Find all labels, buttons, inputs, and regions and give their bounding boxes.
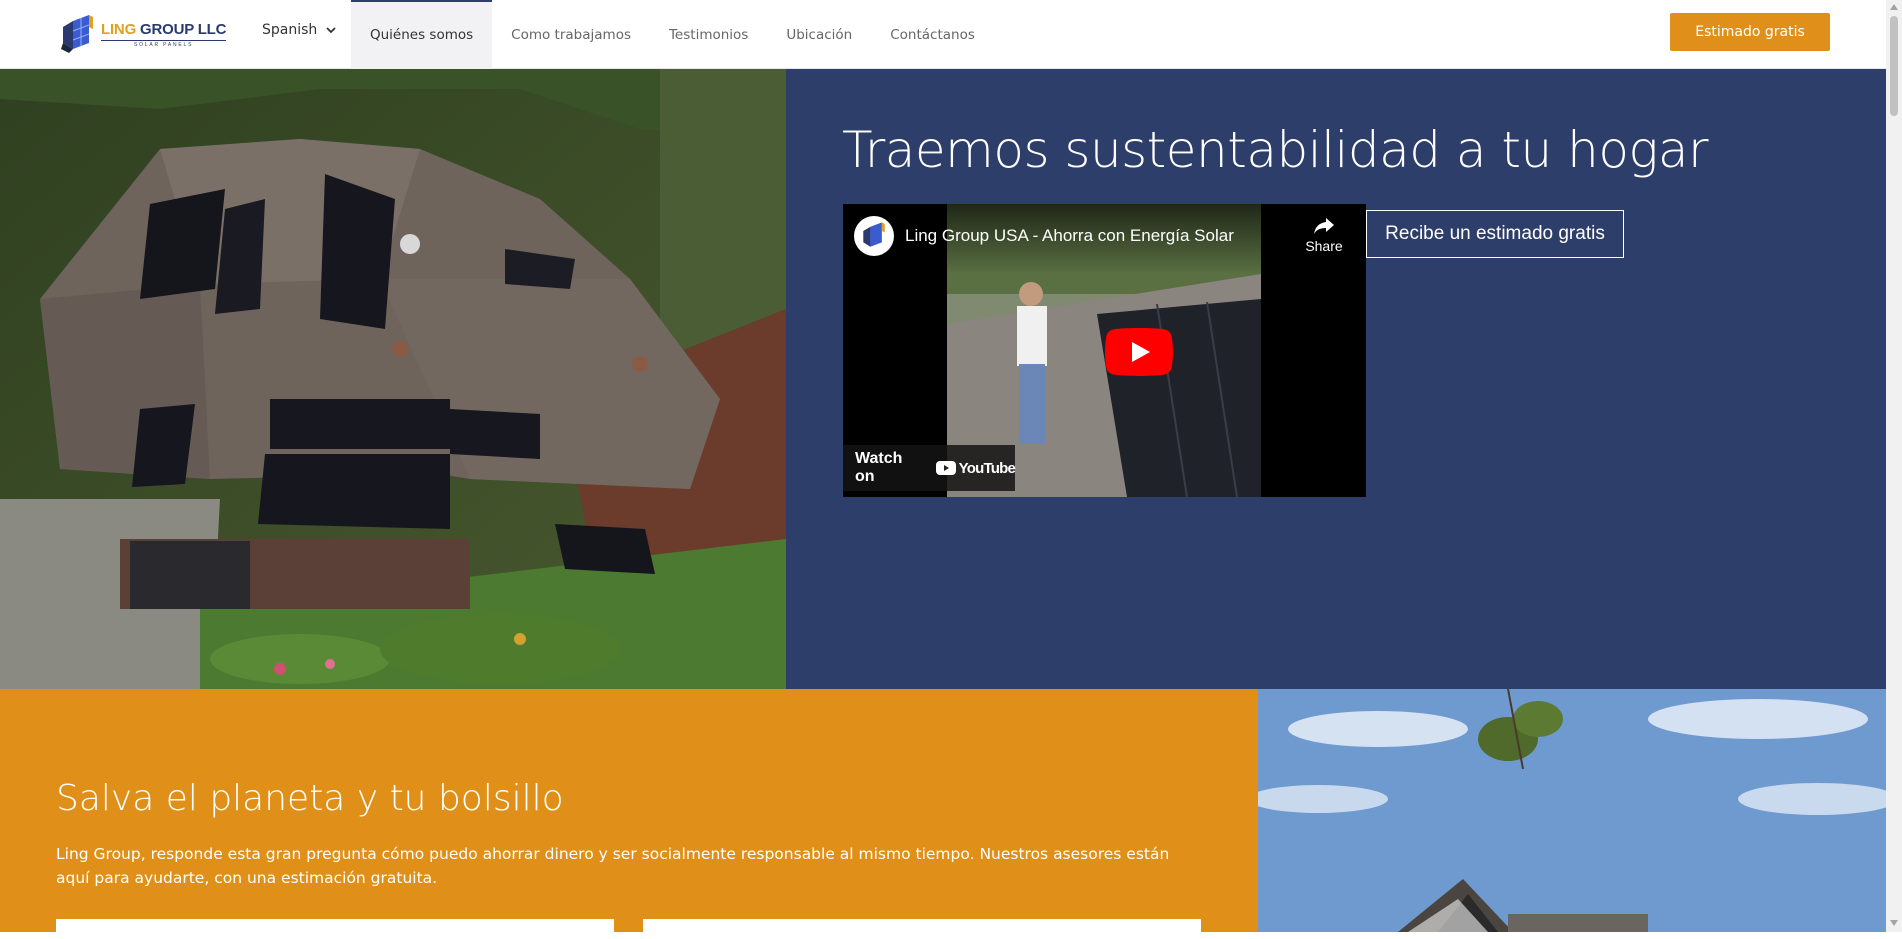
video-title[interactable]: Ling Group USA - Ahorra con Energía Sola… — [905, 226, 1234, 246]
share-label: Share — [1305, 238, 1343, 254]
get-free-estimate-button[interactable]: Recibe un estimado gratis — [1366, 210, 1624, 258]
hero-panel: Traemos sustentabilidad a tu hogar Ling … — [786, 69, 1886, 689]
youtube-logo-icon — [935, 461, 956, 475]
youtube-video-embed[interactable]: Ling Group USA - Ahorra con Energía Sola… — [843, 204, 1366, 497]
scroll-down-arrow-icon[interactable] — [1890, 920, 1898, 926]
youtube-wordmark: YouTube — [958, 459, 1016, 477]
youtube-logo: YouTube — [935, 459, 1016, 477]
scrollbar-thumb[interactable] — [1890, 16, 1898, 116]
logo-name-part1: LING — [101, 20, 137, 38]
watch-on-youtube-link[interactable]: Watch on YouTube — [843, 445, 1016, 491]
hero-house-photo — [0, 69, 786, 689]
house-sky-photo — [1258, 689, 1886, 932]
channel-avatar-icon[interactable] — [854, 216, 894, 256]
savings-title: Salva el planeta y tu bolsillo — [56, 778, 564, 819]
savings-section: Salva el planeta y tu bolsillo Ling Grou… — [0, 689, 1258, 939]
free-estimate-button[interactable]: Estimado gratis — [1670, 13, 1830, 51]
share-arrow-icon — [1314, 218, 1334, 234]
scroll-up-arrow-icon[interactable] — [1890, 4, 1898, 10]
main-nav: Quiénes somos Como trabajamos Testimonio… — [351, 0, 994, 69]
nav-item-testimonios[interactable]: Testimonios — [650, 0, 767, 69]
info-card-left — [56, 919, 614, 939]
language-selector[interactable]: Spanish — [262, 22, 337, 38]
nav-item-como-trabajamos[interactable]: Como trabajamos — [492, 0, 650, 69]
nav-item-quienes-somos[interactable]: Quiénes somos — [351, 0, 493, 69]
youtube-play-icon[interactable] — [1105, 328, 1173, 376]
logo-name: LING GROUP LLC — [101, 21, 226, 38]
chevron-down-icon — [326, 27, 336, 34]
logo-name-part2: GROUP LLC — [140, 20, 227, 38]
share-button[interactable]: Share — [1299, 216, 1349, 254]
watch-on-label: Watch on — [855, 450, 903, 485]
nav-item-contactanos[interactable]: Contáctanos — [871, 0, 994, 69]
hero-title: Traemos sustentabilidad a tu hogar — [842, 121, 1709, 179]
logo-tagline: SOLAR PANELS — [101, 39, 227, 48]
ling-group-logo[interactable]: LING GROUP LLC SOLAR PANELS — [59, 13, 226, 55]
nav-item-ubicacion[interactable]: Ubicación — [767, 0, 871, 69]
info-card-right — [643, 919, 1201, 939]
logo-mark-icon — [59, 13, 97, 55]
page-scrollbar[interactable] — [1886, 0, 1902, 932]
language-label: Spanish — [262, 22, 318, 38]
savings-description: Ling Group, responde esta gran pregunta … — [56, 845, 1170, 887]
top-navbar: LING GROUP LLC SOLAR PANELS Spanish Quié… — [0, 0, 1886, 69]
